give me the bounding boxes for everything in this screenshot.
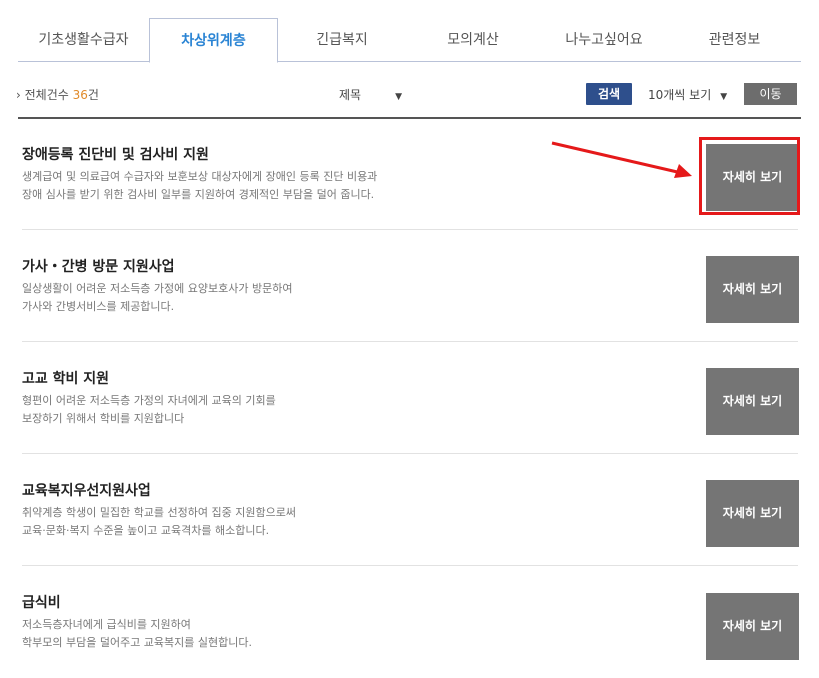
category-tabs: 기초생활수급자 차상위계층 긴급복지 모의계산 나누고싶어요 관련정보: [0, 0, 819, 63]
tab-label: 긴급복지: [316, 32, 368, 48]
page-size-value: 10개씩 보기: [648, 88, 712, 102]
item-description: 생계급여 및 의료급여 수급자와 보훈보상 대상자에게 장애인 등록 진단 비용…: [22, 168, 377, 204]
tab-sharing[interactable]: 나누고싶어요: [540, 18, 668, 62]
item-desc-line: 학부모의 부담을 덜어주고 교육복지를 실현합니다.: [22, 636, 253, 649]
total-count-number: 36: [72, 88, 88, 102]
item-desc-line: 교육·문화·복지 수준을 높이고 교육격차를 해소합니다.: [22, 524, 270, 537]
tab-mock-calculation[interactable]: 모의계산: [406, 18, 540, 62]
item-desc-line: 일상생활이 어려운 저소득층 가정에 요양보호사가 방문하여: [22, 282, 293, 295]
item-description: 취약계층 학생이 밀집한 학교를 선정하여 집중 지원함으로써 교육·문화·복지…: [22, 504, 296, 540]
tab-basic-recipient[interactable]: 기초생활수급자: [18, 18, 149, 62]
item-desc-line: 형편이 어려운 저소득층 가정의 자녀에게 교육의 기회를: [22, 394, 276, 407]
item-desc-line: 취약계층 학생이 밀집한 학교를 선정하여 집중 지원함으로써: [22, 506, 296, 519]
tab-related-info[interactable]: 관련정보: [668, 18, 801, 62]
item-desc-line: 보장하기 위해서 학비를 지원합니다: [22, 412, 185, 425]
item-title: 교육복지우선지원사업: [22, 483, 151, 499]
tab-label: 나누고싶어요: [565, 32, 643, 48]
list-toolbar: › 전체건수 36건 제목 ▼ 검색 10개씩 보기 ▼ 이동: [0, 80, 819, 110]
tab-label: 차상위계층: [181, 33, 246, 49]
item-desc-line: 가사와 간병서비스를 제공합니다.: [22, 300, 175, 313]
tab-emergency-welfare[interactable]: 긴급복지: [278, 18, 406, 62]
list-item: 가사・간병 방문 지원사업 일상생활이 어려운 저소득층 가정에 요양보호사가 …: [22, 230, 799, 342]
list-item: 고교 학비 지원 형편이 어려운 저소득층 가정의 자녀에게 교육의 기회를 보…: [22, 342, 799, 454]
detail-button[interactable]: 자세히 보기: [706, 593, 799, 660]
detail-button[interactable]: 자세히 보기: [706, 368, 799, 435]
total-count-prefix: › 전체건수: [16, 88, 73, 102]
item-desc-line: 생계급여 및 의료급여 수급자와 보훈보상 대상자에게 장애인 등록 진단 비용…: [22, 170, 378, 183]
item-desc-line: 장애 심사를 받기 위한 검사비 일부를 지원하여 경제적인 부담을 덜어 줍니…: [22, 188, 375, 201]
item-description: 형편이 어려운 저소득층 가정의 자녀에게 교육의 기회를 보장하기 위해서 학…: [22, 392, 276, 428]
detail-button[interactable]: 자세히 보기: [706, 256, 799, 323]
search-field-select[interactable]: 제목 ▼: [339, 86, 402, 103]
tab-label: 기초생활수급자: [38, 32, 129, 48]
item-title: 고교 학비 지원: [22, 371, 110, 387]
item-title: 장애등록 진단비 및 검사비 지원: [22, 147, 209, 163]
total-count: › 전체건수 36건: [16, 86, 99, 103]
item-title: 가사・간병 방문 지원사업: [22, 259, 175, 275]
item-description: 저소득층자녀에게 급식비를 지원하여 학부모의 부담을 덜어주고 교육복지를 실…: [22, 616, 252, 652]
tab-near-poverty[interactable]: 차상위계층: [149, 18, 278, 63]
red-arrow-icon: [551, 141, 692, 178]
item-description: 일상생활이 어려운 저소득층 가정에 요양보호사가 방문하여 가사와 간병서비스…: [22, 280, 292, 316]
item-title: 급식비: [22, 595, 61, 611]
search-field-value: 제목: [339, 88, 362, 102]
search-button[interactable]: 검색: [586, 83, 632, 105]
list-item: 급식비 저소득층자녀에게 급식비를 지원하여 학부모의 부담을 덜어주고 교육복…: [22, 566, 799, 678]
go-button[interactable]: 이동: [744, 83, 797, 105]
tab-label: 관련정보: [708, 32, 761, 48]
detail-button[interactable]: 자세히 보기: [706, 480, 799, 547]
chevron-down-icon: ▼: [720, 92, 728, 102]
detail-button[interactable]: 자세히 보기: [706, 144, 799, 211]
tabs-divider: [18, 61, 801, 62]
list-item: 교육복지우선지원사업 취약계층 학생이 밀집한 학교를 선정하여 집중 지원함으…: [22, 454, 799, 566]
page-size-select[interactable]: 10개씩 보기 ▼: [648, 86, 727, 103]
item-desc-line: 저소득층자녀에게 급식비를 지원하여: [22, 618, 191, 631]
total-count-suffix: 건: [87, 88, 99, 102]
tab-label: 모의계산: [447, 32, 499, 48]
chevron-down-icon: ▼: [395, 92, 403, 102]
